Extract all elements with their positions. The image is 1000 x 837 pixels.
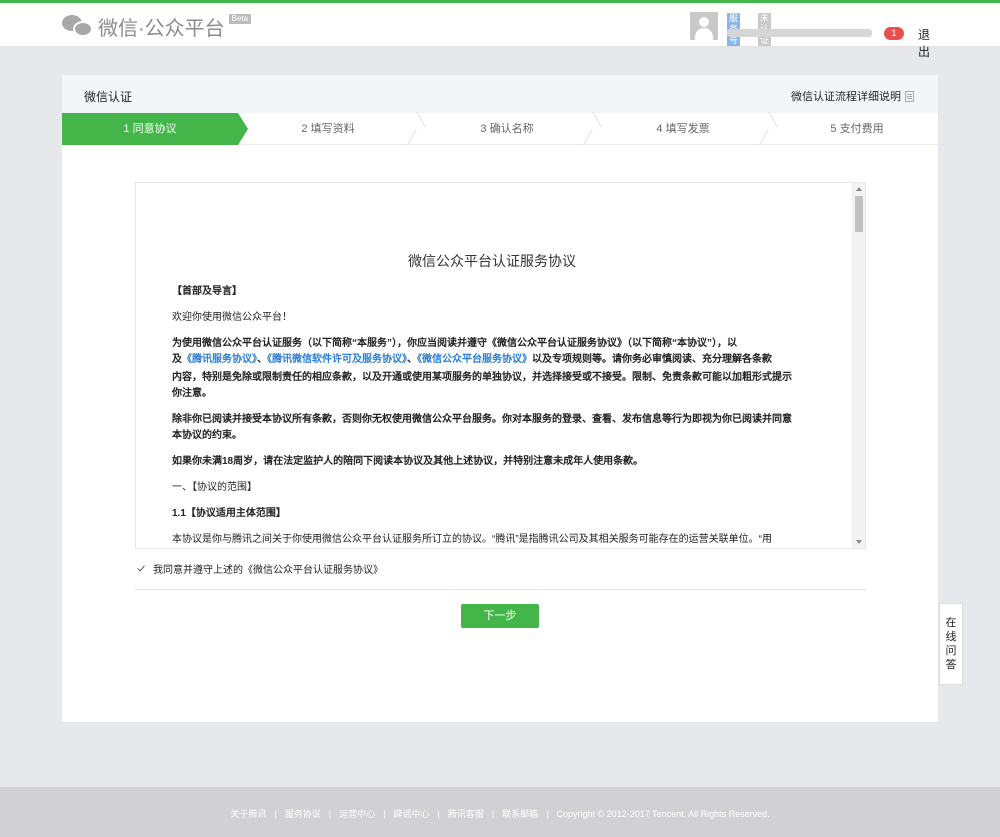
agreement-section-1-1: 1.1【协议适用主体范围】 [172, 508, 286, 519]
header: 微信·公众平台 Beta 服务号 未认证 1 退出 [0, 3, 1000, 59]
online-help-button[interactable]: 在 线 问 答 [939, 603, 963, 685]
process-guide-label: 微信认证流程详细说明 [791, 91, 901, 103]
logout-link[interactable]: 退出 [918, 26, 930, 60]
process-guide-link[interactable]: 微信认证流程详细说明 [791, 88, 914, 104]
step-1-arrow [238, 113, 248, 145]
online-help-char: 在 [945, 617, 957, 629]
next-step-button[interactable]: 下一步 [461, 604, 539, 628]
footer-links: 关于腾讯 | 服务协议 | 运营中心 | 辟谣中心 | 腾讯客服 | 联系邮箱 | Copyright … [230, 809, 770, 819]
footer-link-service-agreement[interactable]: 服务协议 [285, 809, 321, 819]
document-icon [905, 90, 914, 102]
step-3: 3 确认名称 [480, 123, 534, 135]
footer-copyright: Copyright © 2012-2017 Tencent. All Right… [556, 809, 770, 819]
account-name-blurred[interactable] [727, 29, 872, 37]
agreement-scrollbar[interactable] [852, 183, 865, 548]
agreement-paragraph-1d: 你注意。 [172, 388, 212, 399]
agree-checkbox[interactable] [137, 564, 147, 574]
footer-link-operations-center[interactable]: 运营中心 [339, 809, 375, 819]
footer: 关于腾讯 | 服务协议 | 运营中心 | 辟谣中心 | 腾讯客服 | 联系邮箱 | Copyright … [0, 787, 1000, 837]
agreement-paragraph-3: 如果你未满18周岁，请在法定监护人的陪同下阅读本协议及其他上述协议，并特别注意未… [172, 456, 644, 467]
scroll-down-arrow-icon[interactable] [856, 540, 862, 544]
scroll-up-arrow-icon[interactable] [856, 187, 862, 191]
footer-link-contact-email[interactable]: 联系邮箱 [502, 809, 538, 819]
footer-link-rumor-center[interactable]: 辟谣中心 [393, 809, 429, 819]
footer-link-customer-service[interactable]: 腾讯客服 [448, 809, 484, 819]
footer-link-about[interactable]: 关于腾讯 [230, 809, 266, 819]
certification-card: 微信认证 微信认证流程详细说明 1 同意协议 2 填写资料 3 确认名称 4 填… [61, 74, 939, 723]
page-title: 微信认证 [84, 90, 133, 104]
agreement-section-head: 【首部及导言】 [172, 286, 242, 297]
step-2: 2 填写资料 [301, 123, 355, 135]
step-4: 4 填写发票 [656, 123, 710, 135]
agreement-paragraph-1b: 及《腾讯服务协议》、《腾讯微信软件许可及服务协议》、《微信公众平台服务协议》以及… [172, 354, 772, 365]
online-help-char: 线 [945, 631, 957, 643]
wechat-license-agreement-link[interactable]: 《腾讯微信软件许可及服务协议》 [267, 354, 407, 365]
text-prefix: 及 [172, 354, 182, 365]
step-1: 1 同意协议 [62, 113, 238, 145]
scroll-thumb[interactable] [855, 196, 863, 232]
text-suffix: 以及专项规则等。请你务必审慎阅读、充分理解各条款 [532, 354, 772, 365]
agreement-scroll-box[interactable]: 微信公众平台认证服务协议 【首部及导言】 欢迎你使用微信公众平台！ 为使用微信公… [135, 182, 866, 549]
mp-service-agreement-link[interactable]: 《微信公众平台服务协议》 [417, 354, 532, 365]
agree-label: 我同意并遵守上述的《微信公众平台认证服务协议》 [153, 565, 383, 576]
online-help-char: 答 [945, 659, 957, 671]
step-5: 5 支付费用 [830, 123, 884, 135]
agreement-welcome: 欢迎你使用微信公众平台！ [172, 312, 292, 323]
agree-checkbox-row[interactable]: 我同意并遵守上述的《微信公众平台认证服务协议》 [137, 561, 383, 576]
agreement-section-1: 一、【协议的范围】 [172, 482, 257, 493]
online-help-char: 问 [945, 645, 957, 657]
step-progress: 1 同意协议 2 填写资料 3 确认名称 4 填写发票 5 支付费用 [62, 113, 938, 145]
agreement-title: 微信公众平台认证服务协议 [408, 253, 576, 269]
notification-count-badge[interactable]: 1 [884, 27, 904, 40]
divider [135, 589, 866, 590]
avatar[interactable] [690, 12, 718, 40]
beta-badge: Beta [228, 14, 252, 24]
logo-text: 微信·公众平台 [98, 17, 225, 40]
card-header: 微信认证 微信认证流程详细说明 [62, 75, 938, 113]
tencent-service-agreement-link[interactable]: 《腾讯服务协议》 [182, 354, 257, 365]
logo[interactable]: 微信·公众平台 Beta [62, 12, 252, 40]
wechat-logo-icon [62, 13, 94, 39]
agreement-paragraph-4: 本协议是你与腾讯之间关于你使用微信公众平台认证服务所订立的协议。“腾讯”是指腾讯… [172, 534, 772, 545]
agreement-paragraph-2b: 本协议的约束。 [172, 430, 242, 441]
